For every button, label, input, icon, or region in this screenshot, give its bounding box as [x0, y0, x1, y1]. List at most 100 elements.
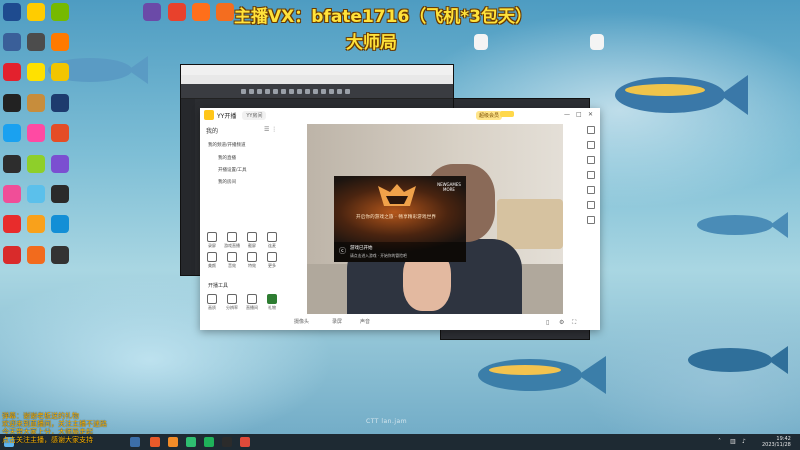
- editor-menubar[interactable]: [181, 75, 453, 84]
- network-icon[interactable]: ▥: [730, 438, 736, 445]
- app-icon[interactable]: [27, 185, 45, 203]
- app-icon[interactable]: [3, 124, 21, 142]
- app-icon[interactable]: [27, 33, 45, 51]
- close-button[interactable]: ✕: [588, 111, 593, 118]
- tool-button[interactable]: 礼物: [264, 294, 280, 311]
- app-icon[interactable]: [51, 3, 69, 21]
- yy-room-label[interactable]: YY房间: [242, 110, 267, 120]
- tool-button[interactable]: 更多: [264, 252, 280, 269]
- tool-icon[interactable]: [257, 88, 262, 94]
- editor-toolbar[interactable]: [181, 84, 453, 99]
- side-tool-icon[interactable]: [587, 141, 595, 149]
- fullscreen-icon[interactable]: ⛶: [572, 319, 576, 327]
- record-tab[interactable]: 录屏: [332, 318, 342, 325]
- app-icon[interactable]: [27, 63, 45, 81]
- taskbar-clock[interactable]: 19:42 2023/11/28: [762, 436, 791, 448]
- yellow-action-button[interactable]: [500, 111, 514, 117]
- tool-icon[interactable]: [273, 88, 278, 94]
- tray-chevron-icon[interactable]: ˄: [718, 438, 721, 445]
- tool-button[interactable]: 分辨率: [224, 294, 240, 311]
- tool-icon[interactable]: [313, 88, 318, 94]
- app-icon[interactable]: [27, 3, 45, 21]
- app-icon[interactable]: [3, 155, 21, 173]
- file-icon[interactable]: [590, 34, 604, 50]
- app-icon[interactable]: [3, 246, 21, 264]
- yy-titlebar[interactable]: YY开播 YY房间: [200, 108, 600, 122]
- tool-icon[interactable]: [321, 88, 326, 94]
- app-icon[interactable]: [51, 215, 69, 233]
- tool-button[interactable]: 特效: [244, 252, 260, 269]
- app-icon[interactable]: [27, 215, 45, 233]
- camera-preview[interactable]: NEWGAMES MORE 开启你的游戏之旅 · 畅享精彩游戏世界 ⓒ 游戏已开…: [307, 124, 563, 314]
- settings-icon[interactable]: ⚙: [559, 319, 564, 326]
- app-icon[interactable]: [51, 63, 69, 81]
- taskbar-app-icon[interactable]: [150, 437, 160, 447]
- tool-button[interactable]: 游戏直播: [224, 232, 240, 249]
- tool-button[interactable]: 直播间: [244, 294, 260, 311]
- app-icon[interactable]: [27, 155, 45, 173]
- tool-icon[interactable]: [249, 88, 254, 94]
- tool-icon[interactable]: [265, 88, 270, 94]
- tool-icon[interactable]: [305, 88, 310, 94]
- sidebar-list-item[interactable]: 我的直播: [218, 155, 236, 161]
- layout-icon[interactable]: ▯: [546, 319, 549, 326]
- app-icon[interactable]: [3, 94, 21, 112]
- taskbar-app-icon[interactable]: [168, 437, 178, 447]
- app-icon[interactable]: [27, 94, 45, 112]
- app-icon[interactable]: [27, 246, 45, 264]
- side-tool-icon[interactable]: [587, 186, 595, 194]
- tool-button[interactable]: 画质: [204, 294, 220, 311]
- tool-button[interactable]: 连麦: [264, 232, 280, 249]
- yy-live-window[interactable]: YY开播 YY房间 超级会员 — □ ✕ 我的 ☰ ⋮ 我的频道/开播频道 我的…: [200, 108, 600, 330]
- app-icon[interactable]: [51, 124, 69, 142]
- app-icon[interactable]: [216, 3, 234, 21]
- tool-button[interactable]: 截屏: [244, 232, 260, 249]
- app-icon[interactable]: [143, 3, 161, 21]
- app-icon[interactable]: [3, 3, 21, 21]
- tool-icon[interactable]: [281, 88, 286, 94]
- app-icon[interactable]: [51, 246, 69, 264]
- app-icon[interactable]: [51, 185, 69, 203]
- taskbar-app-icon[interactable]: [204, 437, 214, 447]
- tool-icon[interactable]: [337, 88, 342, 94]
- tool-icon[interactable]: [289, 88, 294, 94]
- volume-icon[interactable]: ♪: [742, 438, 746, 445]
- side-tool-icon[interactable]: [587, 201, 595, 209]
- app-icon[interactable]: [27, 124, 45, 142]
- file-icon[interactable]: [474, 34, 488, 50]
- side-tool-icon[interactable]: [587, 216, 595, 224]
- camera-tab[interactable]: 摄像头: [294, 318, 309, 325]
- sidebar-menu-icon[interactable]: ☰ ⋮: [264, 126, 277, 133]
- app-icon[interactable]: [192, 3, 210, 21]
- vip-badge[interactable]: 超级会员: [476, 111, 503, 120]
- sidebar-list-item[interactable]: 我的频道/开播频道: [208, 142, 246, 148]
- app-icon[interactable]: [51, 155, 69, 173]
- side-tool-icon[interactable]: [587, 126, 595, 134]
- tool-button[interactable]: 美颜: [204, 252, 220, 269]
- minimize-button[interactable]: —: [564, 111, 570, 118]
- taskbar-app-icon[interactable]: [130, 437, 140, 447]
- editor-titlebar[interactable]: [181, 65, 453, 75]
- app-icon[interactable]: [51, 33, 69, 51]
- sound-tab[interactable]: 声音: [360, 318, 370, 325]
- tool-button[interactable]: 音效: [224, 252, 240, 269]
- app-icon[interactable]: [3, 33, 21, 51]
- maximize-button[interactable]: □: [576, 111, 582, 118]
- editor-left-toolbar[interactable]: [181, 99, 195, 275]
- taskbar-app-icon[interactable]: [240, 437, 250, 447]
- game-popup[interactable]: NEWGAMES MORE 开启你的游戏之旅 · 畅享精彩游戏世界 ⓒ 游戏已开…: [334, 176, 466, 262]
- sidebar-list-item[interactable]: 开播设置/工具: [218, 167, 247, 173]
- app-icon[interactable]: [3, 185, 21, 203]
- taskbar-app-icon[interactable]: [186, 437, 196, 447]
- app-icon[interactable]: [51, 94, 69, 112]
- app-icon[interactable]: [3, 215, 21, 233]
- tool-icon[interactable]: [345, 88, 350, 94]
- side-tool-icon[interactable]: [587, 156, 595, 164]
- tool-button[interactable]: 录屏: [204, 232, 220, 249]
- tool-icon[interactable]: [297, 88, 302, 94]
- app-icon[interactable]: [168, 3, 186, 21]
- tool-icon[interactable]: [329, 88, 334, 94]
- side-tool-icon[interactable]: [587, 171, 595, 179]
- app-icon[interactable]: [3, 63, 21, 81]
- sidebar-list-item[interactable]: 我的房间: [218, 179, 236, 185]
